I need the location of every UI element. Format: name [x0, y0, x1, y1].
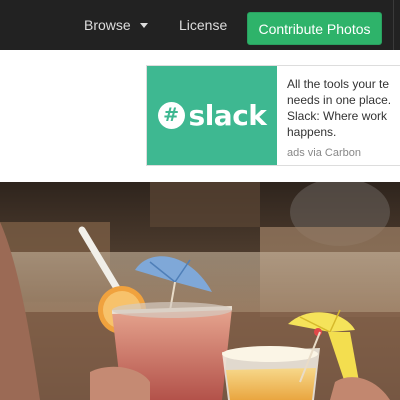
- browse-menu[interactable]: Browse: [84, 0, 148, 50]
- caret-down-icon: [139, 23, 148, 28]
- browse-label: Browse: [84, 17, 131, 33]
- slack-logo-text: slack: [188, 99, 267, 132]
- slack-hash-icon: #: [157, 102, 185, 129]
- ad-image[interactable]: # slack: [147, 66, 277, 165]
- carbon-ad[interactable]: # slack All the tools your te needs in o…: [146, 65, 400, 166]
- license-link[interactable]: License: [179, 0, 227, 50]
- nav-overflow-edge: [393, 0, 400, 50]
- slack-logo: # slack: [157, 99, 267, 132]
- contribute-photos-button[interactable]: Contribute Photos: [247, 12, 382, 45]
- ad-via-carbon[interactable]: ads via Carbon: [287, 147, 361, 159]
- hero-photo: [0, 182, 400, 400]
- ad-text[interactable]: All the tools your te needs in one place…: [287, 76, 400, 140]
- top-nav: Browse License Contribute Photos: [0, 0, 400, 50]
- hero-photo-illustration: [0, 182, 400, 400]
